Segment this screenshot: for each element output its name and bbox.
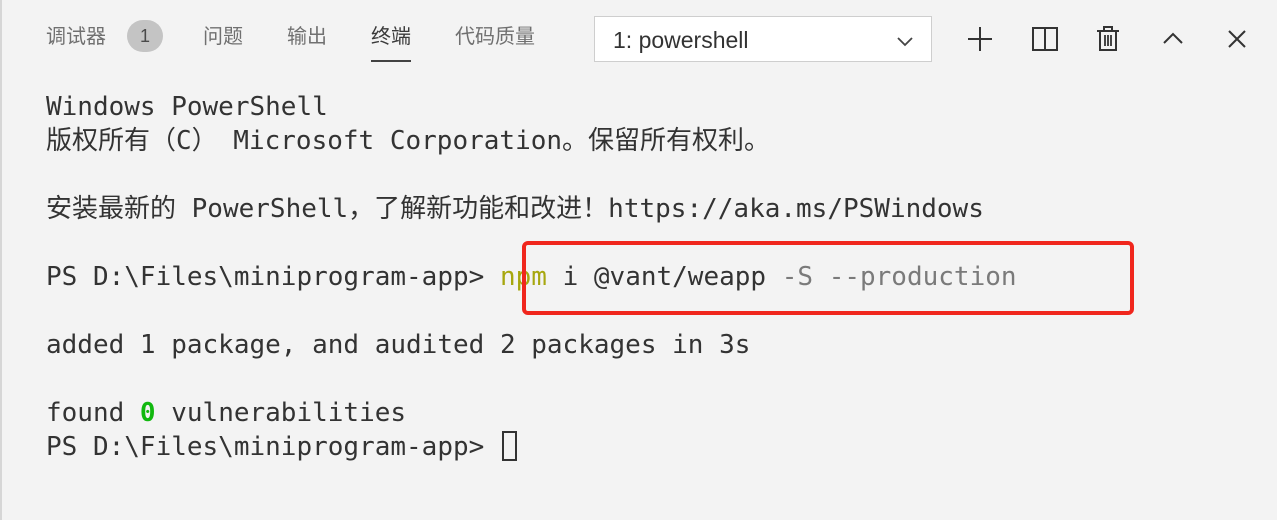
split-icon	[1032, 27, 1058, 51]
tab-debugger[interactable]: 调试器	[46, 20, 106, 52]
split-terminal-button[interactable]	[1030, 24, 1060, 54]
terminal-panel: 调试器 1 问题 输出 终端 代码质量 1: powershell Window…	[0, 0, 1277, 520]
found-prefix: found	[46, 398, 140, 428]
terminal-line: added 1 package, and audited 2 packages …	[46, 330, 751, 360]
chevron-up-icon	[1163, 32, 1183, 44]
chevron-down-icon	[897, 37, 913, 47]
vulnerability-count: 0	[139, 398, 156, 428]
terminal-prompt-line: PS D:\Files\miniprogram-app>	[46, 430, 517, 464]
panel-tab-bar: 调试器 1 问题 输出 终端 代码质量 1: powershell	[2, 0, 1277, 80]
found-suffix: vulnerabilities	[155, 398, 407, 428]
tab-problems[interactable]: 问题	[203, 20, 243, 52]
tab-code-quality[interactable]: 代码质量	[455, 20, 535, 52]
highlight-box	[522, 241, 1134, 315]
terminal-cursor	[501, 430, 517, 461]
terminal-line: 版权所有（C） Microsoft Corporation。保留所有权利。	[46, 126, 771, 156]
terminal-line: 安装最新的 PowerShell，了解新功能和改进！https://aka.ms…	[46, 194, 984, 224]
new-terminal-button[interactable]	[965, 24, 995, 54]
debugger-count-badge: 1	[127, 20, 163, 52]
trash-icon	[1097, 26, 1119, 51]
close-icon	[1228, 30, 1246, 48]
kill-terminal-button[interactable]	[1093, 24, 1123, 54]
terminal-select-value: 1: powershell	[613, 27, 749, 53]
terminal-line: Windows PowerShell	[46, 92, 328, 122]
tab-output[interactable]: 输出	[287, 20, 327, 52]
plus-icon	[968, 27, 992, 51]
maximize-panel-button[interactable]	[1158, 24, 1188, 54]
terminal-prompt: PS D:\Files\miniprogram-app>	[46, 432, 485, 462]
terminal-select-dropdown[interactable]: 1: powershell	[594, 16, 932, 62]
terminal-prompt: PS D:\Files\miniprogram-app>	[46, 262, 485, 292]
close-panel-button[interactable]	[1222, 24, 1252, 54]
tab-terminal[interactable]: 终端	[371, 20, 411, 62]
terminal-line: found 0 vulnerabilities	[46, 396, 406, 430]
